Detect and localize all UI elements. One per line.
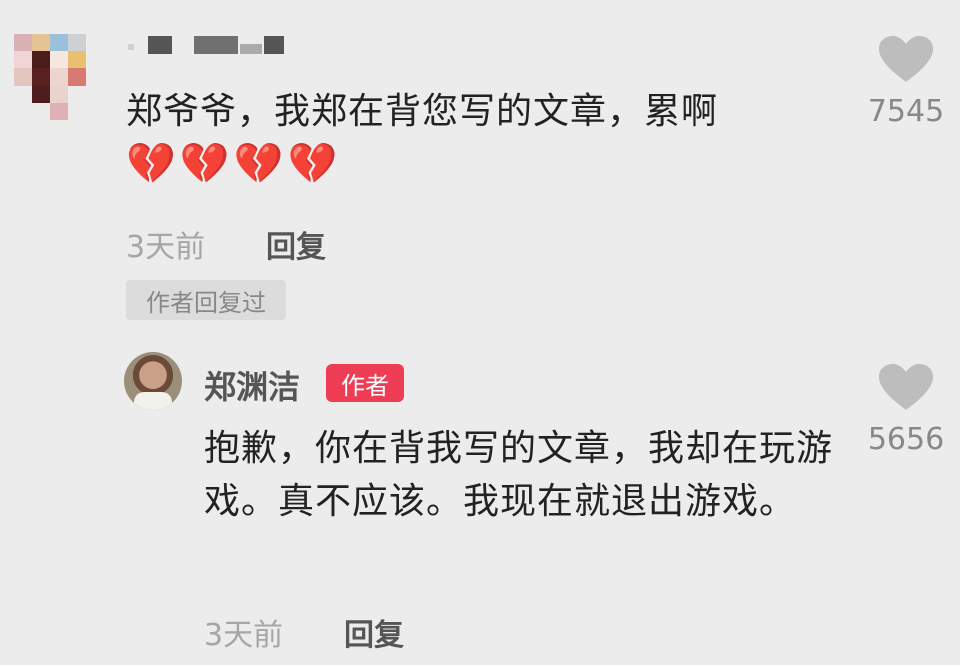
comment-like-button[interactable]: 7545 bbox=[856, 36, 956, 129]
comment-text: 郑爷爷，我郑在背您写的文章，累啊 bbox=[126, 91, 719, 132]
reply-like-button[interactable]: 5656 bbox=[856, 364, 956, 457]
comment-like-count: 7545 bbox=[867, 94, 945, 129]
broken-heart-icon: 💔 bbox=[233, 141, 284, 187]
broken-heart-icon: 💔 bbox=[179, 141, 230, 187]
author-tag-badge: 作者 bbox=[326, 364, 404, 402]
username-redacted bbox=[264, 36, 284, 54]
reply-like-count: 5656 bbox=[867, 422, 945, 457]
user-avatar[interactable] bbox=[14, 34, 104, 120]
broken-heart-icon: 💔 bbox=[126, 141, 176, 187]
author-avatar[interactable] bbox=[124, 352, 182, 410]
broken-heart-icon: 💔 bbox=[287, 141, 338, 187]
author-name[interactable]: 郑渊洁 bbox=[204, 362, 300, 408]
username-redacted bbox=[240, 44, 262, 54]
username-redacted bbox=[128, 44, 134, 50]
heart-icon bbox=[879, 36, 933, 82]
broken-heart-emojis: 💔 💔 💔 💔 bbox=[126, 142, 337, 186]
comment-time: 3天前 bbox=[126, 230, 206, 265]
author-replied-badge[interactable]: 作者回复过 bbox=[126, 280, 286, 320]
reply-text: 抱歉，你在背我写的文章，我却在玩游戏。真不应该。我现在就退出游戏。 bbox=[204, 428, 834, 522]
comment-reply-button[interactable]: 回复 bbox=[266, 222, 326, 266]
username-redacted bbox=[194, 36, 238, 54]
username-redacted bbox=[148, 36, 172, 54]
reply-reply-button[interactable]: 回复 bbox=[344, 610, 404, 654]
heart-icon bbox=[879, 364, 933, 410]
reply-time: 3天前 bbox=[204, 618, 284, 653]
